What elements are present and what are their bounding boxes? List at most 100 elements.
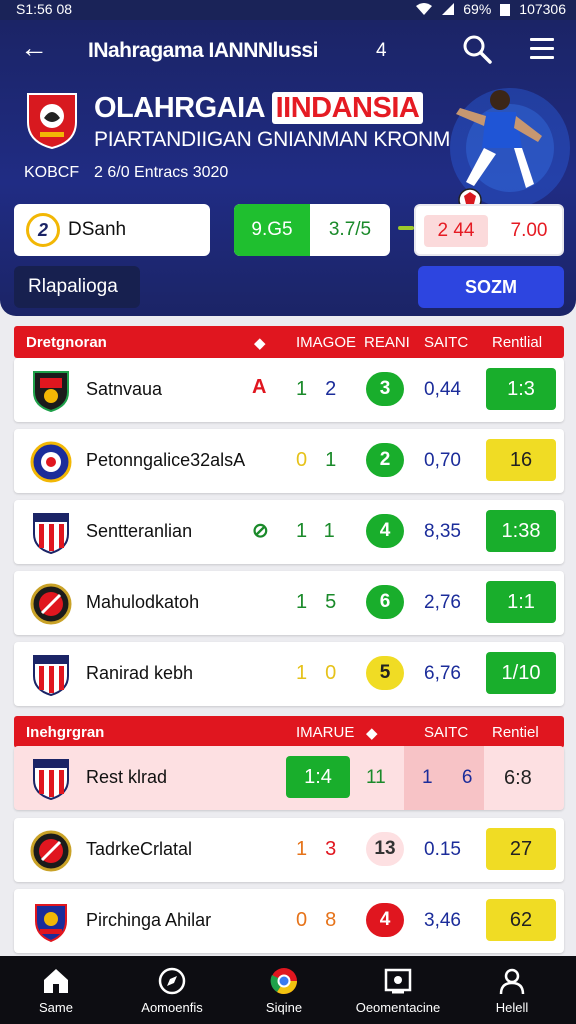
score-value: 08 xyxy=(296,909,354,932)
result-box: 62 xyxy=(486,899,556,941)
table-row[interactable]: Pirchinga Ahilar 08 4 3,46 62 xyxy=(14,889,564,953)
result-box: 16 xyxy=(486,439,556,481)
nav-browser[interactable]: Siqine xyxy=(254,956,314,1024)
score-digit: 5 xyxy=(325,591,355,613)
connector-line xyxy=(398,226,414,230)
battery-icon xyxy=(500,4,511,16)
nav-media[interactable]: Oeomentacine xyxy=(350,956,446,1024)
result-box: 1:1 xyxy=(486,581,556,623)
hero-title-main: OLAHRGAIA xyxy=(94,92,265,124)
nav-media-label: Oeomentacine xyxy=(355,999,441,1015)
nav-explore[interactable]: Aomoenfis xyxy=(130,956,214,1024)
rank-value: 11 xyxy=(366,767,386,788)
table-row[interactable]: Mahulodkatoh 15 6 2,76 1:1 xyxy=(14,571,564,635)
table2-header-team: Inehgrgran xyxy=(26,724,105,741)
app-title: INahragama IANNNlussi xyxy=(88,39,318,62)
table-row[interactable]: TadrkeCrlatal 13 13 0.15 27 xyxy=(14,818,564,882)
league-chip[interactable]: Rlapalioga xyxy=(14,266,140,308)
score-digit: 3 xyxy=(325,838,355,860)
title-badge: 4 xyxy=(376,40,387,61)
table1-header-result: Rentlial xyxy=(492,334,543,351)
table-row[interactable]: Ranirad kebh 10 5 6,76 1/10 xyxy=(14,642,564,706)
score-digit: 1 xyxy=(325,449,355,471)
battery-percent: 69% xyxy=(463,1,492,17)
odds-value: 1 6 xyxy=(422,767,485,788)
team-logo-icon xyxy=(30,583,72,625)
compass-icon xyxy=(158,967,186,994)
table2-row-highlight[interactable]: Rest klrad 1:4 11 1 6 6:8 xyxy=(14,746,564,810)
hamburger-menu-icon[interactable] xyxy=(530,38,554,60)
team-logo-icon xyxy=(33,371,69,412)
score-value: 10 xyxy=(296,662,354,685)
team-logo-icon xyxy=(33,655,69,696)
home-icon xyxy=(44,968,68,993)
table2-header-score: IMARUE xyxy=(296,724,355,741)
primary-action-button[interactable]: SOZM xyxy=(418,266,564,308)
bottom-navigation: Same Aomoenfis Siqine Oeomentacine Helel… xyxy=(0,956,576,1024)
table1-header-odds: SAITC xyxy=(424,334,469,351)
table2-header-mark: ◆ xyxy=(366,725,378,742)
score-digit: 1 xyxy=(296,520,324,542)
signal-icon xyxy=(442,3,455,15)
odds-value: 8,35 xyxy=(424,521,461,542)
score-digit: 1 xyxy=(296,378,326,400)
federation-crest-logo xyxy=(27,93,77,150)
profile-icon xyxy=(499,968,525,994)
table1-header-team: Dretgnoran xyxy=(26,334,107,351)
rank-circle: 3 xyxy=(366,372,404,406)
team-logo-icon xyxy=(35,904,67,943)
nav-home[interactable]: Same xyxy=(26,956,86,1024)
result-value: 6:8 xyxy=(504,767,532,789)
header-panel: ← INahragama IANNNlussi 4 OLAHRGAIA IIND… xyxy=(0,20,576,316)
team-name: TadrkeCrlatal xyxy=(86,839,193,859)
football-player-illustration xyxy=(450,88,570,212)
result-box: 1/10 xyxy=(486,652,556,694)
nav-browser-label: Siqine xyxy=(265,999,303,1015)
odds-value: 0,70 xyxy=(424,450,461,471)
odds-pill[interactable]: 2 44 7.00 xyxy=(414,204,564,256)
nav-profile[interactable]: Helell xyxy=(484,956,540,1024)
team-selector[interactable]: 2 DSanh xyxy=(14,204,210,256)
team-name: Satnvaua xyxy=(86,379,163,399)
top-app-bar: ← INahragama IANNNlussi 4 xyxy=(0,20,576,82)
team-name: Pirchinga Ahilar xyxy=(86,910,212,930)
score-digit: 2 xyxy=(325,378,355,400)
status-clock: 107306 xyxy=(519,1,566,17)
rank-circle: 13 xyxy=(366,832,404,866)
score-value: 11 xyxy=(296,520,353,543)
score-value: 13 xyxy=(296,838,354,861)
score-right: 3.7/5 xyxy=(328,219,372,240)
team-logo-icon xyxy=(30,441,72,483)
team-name: Rest klrad xyxy=(86,767,168,787)
rank-circle: 6 xyxy=(366,585,404,619)
search-icon[interactable] xyxy=(462,34,492,64)
nav-explore-label: Aomoenfis xyxy=(141,999,203,1015)
score-digit: 1 xyxy=(296,591,326,613)
result-box: 1:38 xyxy=(486,510,556,552)
table-row[interactable]: Petonngalice32alsA 01 2 0,70 16 xyxy=(14,429,564,493)
score-box: 1:4 xyxy=(286,756,350,798)
status-bar: S1:56 08 69% 107306 xyxy=(0,0,576,20)
hero-title: OLAHRGAIA IINDANSIA xyxy=(94,92,424,125)
score-value: 15 xyxy=(296,591,354,614)
score-digit: 8 xyxy=(325,909,355,931)
nav-profile-label: Helell xyxy=(495,999,529,1015)
hero-title-accent: IINDANSIA xyxy=(271,92,424,124)
table2-header-result: Rentiel xyxy=(492,724,539,741)
status-time: S1:56 08 xyxy=(16,1,73,17)
score-pill[interactable]: 9.G5 3.7/5 xyxy=(234,204,390,256)
score-digit: 0 xyxy=(296,909,326,931)
score-left: 9.G5 xyxy=(234,204,310,256)
row-mark: A xyxy=(252,376,267,398)
back-arrow-icon[interactable]: ← xyxy=(20,34,48,62)
table-row[interactable]: Satnvaua A 12 3 0,44 1:3 xyxy=(14,358,564,422)
score-digit: 1 xyxy=(296,662,326,684)
score-digit: 0 xyxy=(325,662,355,684)
hero-date: 2 6/0 Entracs 3020 xyxy=(94,164,229,181)
team-name: Mahulodkatoh xyxy=(86,592,200,612)
team-logo-icon xyxy=(33,513,69,554)
team-name: Sentteranlian xyxy=(86,521,193,541)
score-digit: 1 xyxy=(296,838,326,860)
table-row[interactable]: Sentteranlian ⊘ 11 4 8,35 1:38 xyxy=(14,500,564,564)
score-value: 01 xyxy=(296,449,354,472)
